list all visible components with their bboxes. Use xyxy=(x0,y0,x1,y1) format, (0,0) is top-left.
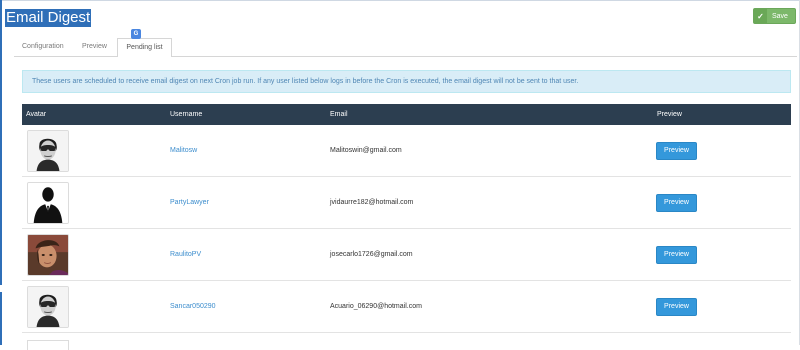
email-cell: Malitoswin@gmail.com xyxy=(330,147,402,154)
email-cell: jvidaurre182@hotmail.com xyxy=(330,199,414,206)
left-border-notch xyxy=(0,285,2,292)
preview-button[interactable]: Preview xyxy=(656,246,697,264)
save-button-label: Save xyxy=(772,12,788,20)
column-header-email: Email xyxy=(330,111,348,118)
avatar xyxy=(27,234,69,276)
table-header: Avatar Username Email Preview xyxy=(22,104,791,125)
column-header-avatar: Avatar xyxy=(26,111,47,118)
table-row: Sancar050290 Acuario_06290@hotmail.com P… xyxy=(22,281,791,333)
username-link[interactable]: RaulitoPV xyxy=(170,229,201,281)
tab-pending-list[interactable]: Pending list xyxy=(117,38,172,57)
masked-face-avatar-icon xyxy=(28,287,68,327)
tab-preview[interactable]: Preview xyxy=(82,38,107,56)
info-notice: These users are scheduled to receive ema… xyxy=(22,70,791,93)
username-link[interactable]: Malitosw xyxy=(170,125,197,177)
window-left-border xyxy=(0,0,2,345)
username-link[interactable]: Sancar050290 xyxy=(170,281,216,333)
window-top-border xyxy=(0,0,800,1)
table-row: PartyLawyer jvidaurre182@hotmail.com Pre… xyxy=(22,177,791,229)
username-link[interactable]: PartyLawyer xyxy=(170,177,209,229)
email-cell: josecarlo1726@gmail.com xyxy=(330,251,413,258)
portrait-photo-avatar-icon xyxy=(28,235,68,275)
column-header-preview: Preview xyxy=(657,111,682,118)
save-button[interactable]: ✓ Save xyxy=(753,8,796,24)
page-title: Email Digest xyxy=(5,9,92,27)
check-icon: ✓ xyxy=(754,9,767,23)
avatar xyxy=(27,286,69,328)
table-row: RaulitoPV josecarlo1726@gmail.com Previe… xyxy=(22,229,791,281)
column-header-username: Username xyxy=(170,111,203,118)
suit-silhouette-avatar-icon xyxy=(28,183,68,223)
masked-face-avatar-icon xyxy=(28,131,68,171)
tab-configuration[interactable]: Configuration xyxy=(22,38,64,56)
table-row: Malitosw Malitoswin@gmail.com Preview xyxy=(22,125,791,177)
preview-button[interactable]: Preview xyxy=(656,194,697,212)
preview-button[interactable]: Preview xyxy=(656,142,697,160)
translate-icon[interactable]: G xyxy=(131,29,141,39)
avatar xyxy=(27,340,69,350)
tab-bar: Configuration Preview Pending list xyxy=(14,38,797,57)
email-cell: Acuario_06290@hotmail.com xyxy=(330,303,422,310)
preview-button[interactable]: Preview xyxy=(656,298,697,316)
avatar xyxy=(27,130,69,172)
avatar xyxy=(27,182,69,224)
